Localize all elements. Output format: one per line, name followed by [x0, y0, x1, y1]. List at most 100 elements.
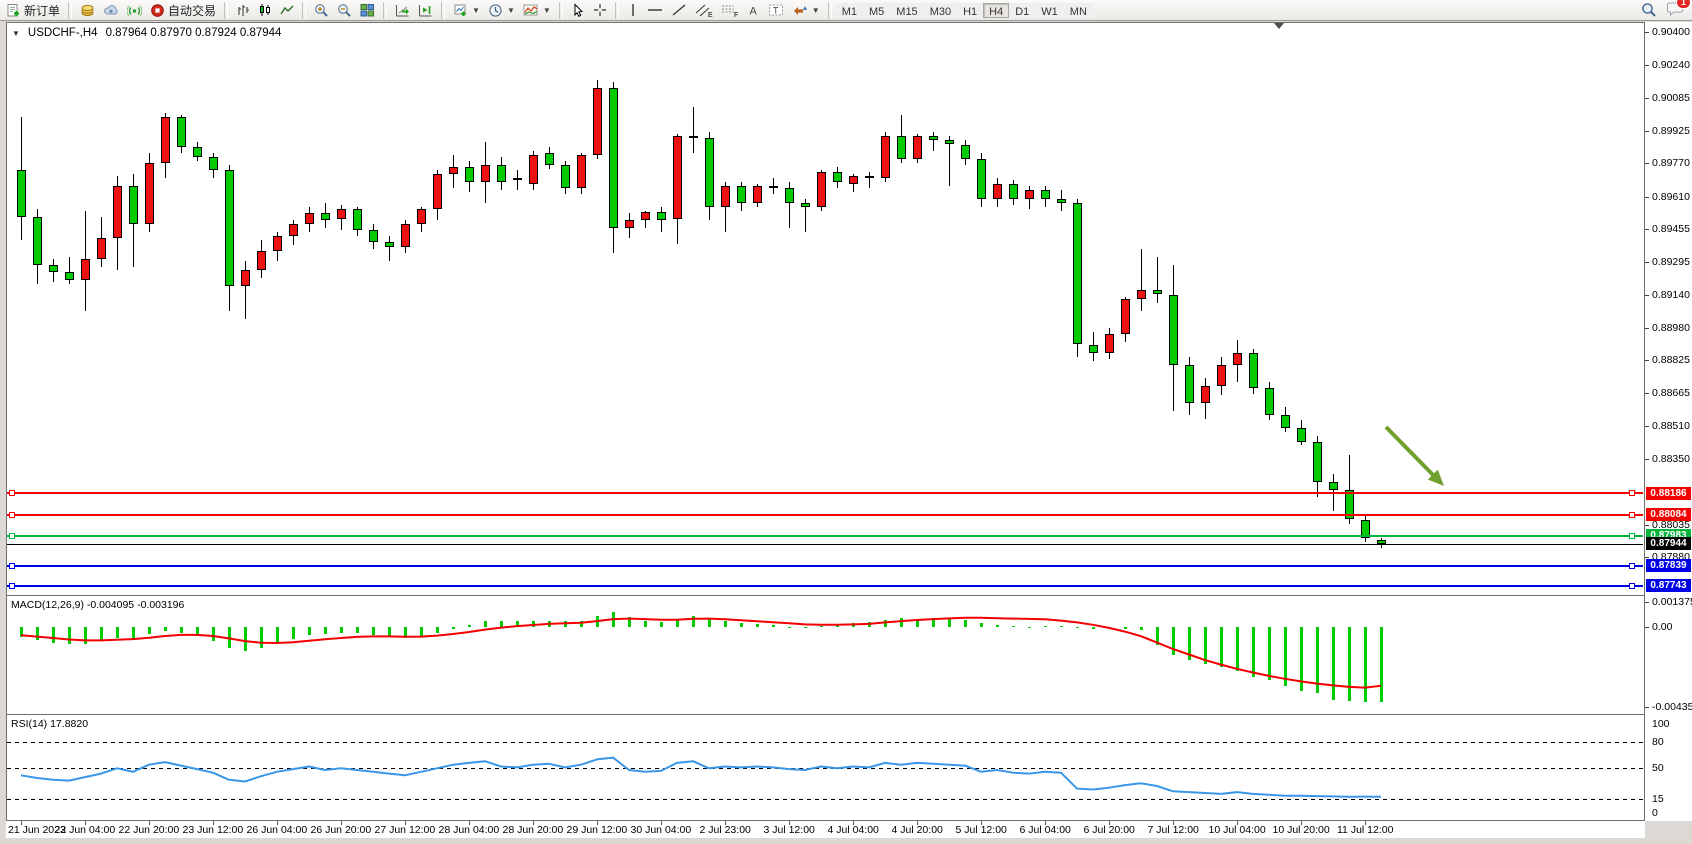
svg-text:A: A: [749, 6, 757, 18]
time-label: 4 Jul 20:00: [892, 824, 943, 836]
cursor-button[interactable]: [567, 1, 589, 20]
arrow-objects-icon: [792, 3, 808, 17]
time-label: 10 Jul 20:00: [1273, 824, 1330, 836]
svg-text:T: T: [773, 6, 779, 16]
vertical-line-button[interactable]: [623, 1, 643, 20]
bar-chart-button[interactable]: [232, 1, 254, 20]
indicators-button[interactable]: ▼: [519, 1, 555, 20]
cursor-icon: [571, 3, 585, 17]
price-tick-dash: [1645, 459, 1649, 460]
horizontal-line-button[interactable]: [643, 1, 667, 20]
price-tick-dash: [1645, 360, 1649, 361]
price-tick-dash: [1645, 32, 1649, 33]
text-label-button[interactable]: T: [764, 1, 788, 20]
notifications-button[interactable]: 1: [1667, 0, 1684, 21]
search-icon: [1641, 2, 1657, 18]
timeframe-h4[interactable]: H4: [983, 3, 1009, 18]
period-button[interactable]: ▼: [484, 1, 519, 20]
timeframe-w1[interactable]: W1: [1035, 3, 1064, 18]
separator: [828, 2, 832, 19]
timeframe-m15[interactable]: M15: [890, 3, 923, 18]
timeframe-m5[interactable]: M5: [863, 3, 890, 18]
equidistant-channel-icon: E: [695, 3, 713, 18]
market-button[interactable]: [76, 1, 99, 20]
price-tick-label: 0.90085: [1652, 92, 1690, 104]
auto-scroll-button[interactable]: [391, 1, 414, 20]
trendline-button[interactable]: [667, 1, 691, 20]
main-chart-panel[interactable]: [6, 22, 1645, 596]
one-click-panel-toggle[interactable]: ▼: [12, 29, 20, 38]
time-label: 26 Jun 20:00: [311, 824, 372, 836]
zoom-out-icon: [337, 3, 352, 18]
rsi-axis-label: 80: [1652, 736, 1664, 748]
bar-chart-icon: [236, 3, 250, 17]
price-tick-dash: [1645, 426, 1649, 427]
time-label: 22 Jun 04:00: [55, 824, 116, 836]
crosshair-button[interactable]: [589, 1, 611, 20]
price-tick-label: 0.89925: [1652, 125, 1690, 137]
dropdown-caret: ▼: [543, 6, 551, 15]
dropdown-caret: ▼: [812, 6, 820, 15]
rsi-axis-label: 50: [1652, 762, 1664, 774]
fibonacci-button[interactable]: F: [717, 1, 743, 20]
candlestick-chart-icon: [258, 3, 272, 17]
price-tick-dash: [1645, 131, 1649, 132]
line-chart-button[interactable]: [276, 1, 298, 20]
dropdown-caret: ▼: [472, 6, 480, 15]
timeframe-m1[interactable]: M1: [836, 3, 863, 18]
shapes-button[interactable]: ▼: [788, 1, 824, 20]
separator: [68, 2, 72, 19]
search-button[interactable]: [1637, 1, 1661, 20]
candlestick-chart-button[interactable]: [254, 1, 276, 20]
cloud-community-icon: [103, 3, 119, 18]
time-label: 22 Jun 20:00: [119, 824, 180, 836]
price-axis[interactable]: 0.904000.902400.900850.899250.897700.896…: [1645, 22, 1692, 821]
price-tick-label: 0.88665: [1652, 387, 1690, 399]
timeframe-d1[interactable]: D1: [1009, 3, 1035, 18]
crosshair-icon: [593, 3, 607, 17]
equidistant-channel-button[interactable]: E: [691, 1, 717, 20]
timeframe-m30[interactable]: M30: [924, 3, 957, 18]
time-label: 30 Jun 04:00: [631, 824, 692, 836]
timeframe-mn[interactable]: MN: [1064, 3, 1093, 18]
community-button[interactable]: [99, 1, 123, 20]
time-label: 29 Jun 12:00: [567, 824, 628, 836]
time-label: 28 Jun 04:00: [439, 824, 500, 836]
autotrading-button[interactable]: 自动交易: [146, 1, 220, 20]
rsi-panel[interactable]: RSI(14) 17.8820: [6, 714, 1645, 821]
rsi-label: RSI(14) 17.8820: [11, 718, 88, 730]
price-tick-dash: [1645, 163, 1649, 164]
time-axis[interactable]: 21 Jun 202322 Jun 04:0022 Jun 20:0023 Ju…: [6, 821, 1645, 838]
new-chart-button[interactable]: ▼: [449, 1, 484, 20]
zoom-out-button[interactable]: [333, 1, 356, 20]
line-chart-icon: [280, 3, 294, 17]
horizontal-line-icon: [647, 3, 663, 17]
price-tick-label: 0.90400: [1652, 26, 1690, 38]
bid-price-badge: 0.87944: [1646, 537, 1691, 550]
signals-button[interactable]: [123, 1, 146, 20]
text-button[interactable]: A: [743, 1, 764, 20]
macd-tick-dash: [1645, 707, 1649, 708]
timeframe-h1[interactable]: H1: [957, 3, 983, 18]
separator: [441, 2, 445, 19]
time-label: 23 Jun 12:00: [183, 824, 244, 836]
arrow-annotation: [7, 23, 1643, 596]
new-order-label: 新订单: [24, 2, 60, 19]
hline-price-badge: 0.88186: [1646, 487, 1691, 500]
tile-windows-button[interactable]: [356, 1, 379, 20]
zoom-in-button[interactable]: [310, 1, 333, 20]
price-tick-label: 0.89770: [1652, 157, 1690, 169]
vertical-line-icon: [627, 3, 639, 17]
macd-signal-line: [7, 596, 1643, 714]
time-label: 11 Jul 12:00: [1337, 824, 1393, 836]
price-tick-label: 0.88980: [1652, 322, 1690, 334]
chart-shift-button[interactable]: [414, 1, 437, 20]
hline-price-badge: 0.87743: [1646, 579, 1691, 592]
price-tick-label: 0.88825: [1652, 354, 1690, 366]
time-label: 10 Jul 04:00: [1209, 824, 1266, 836]
new-order-button[interactable]: 新订单: [2, 1, 64, 20]
price-tick-label: 0.89610: [1652, 191, 1690, 203]
text-label-icon: T: [768, 3, 784, 17]
rsi-axis-label: 15: [1652, 793, 1664, 805]
macd-panel[interactable]: MACD(12,26,9) -0.004095 -0.003196: [6, 595, 1645, 715]
